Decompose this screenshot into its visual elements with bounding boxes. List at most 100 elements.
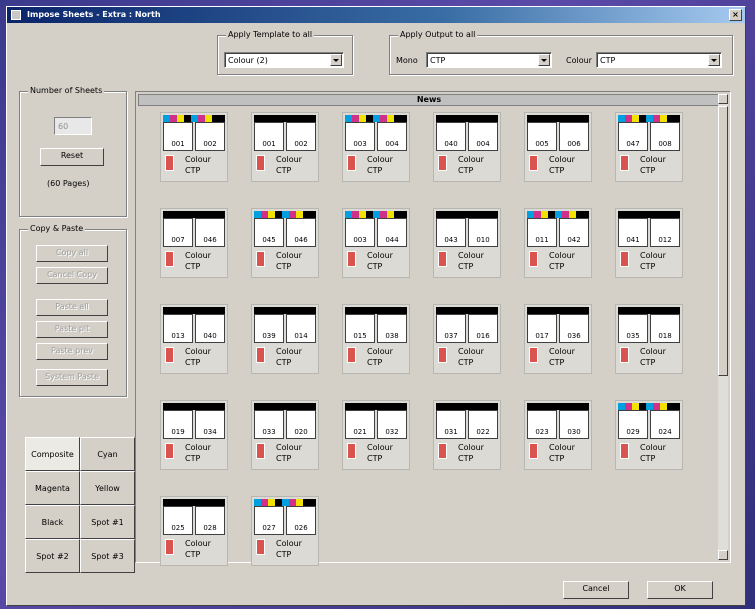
page-thumbnail[interactable]: 032: [377, 410, 407, 439]
page-thumbnail[interactable]: 030: [559, 410, 589, 439]
vertical-scrollbar[interactable]: [718, 94, 728, 560]
template-badge-icon[interactable]: [438, 155, 447, 171]
page-thumbnail[interactable]: 035: [618, 314, 648, 343]
template-badge-icon[interactable]: [529, 443, 538, 459]
page-thumbnail[interactable]: 028: [195, 506, 225, 535]
template-badge-icon[interactable]: [165, 443, 174, 459]
template-badge-icon[interactable]: [620, 347, 629, 363]
page-thumbnail[interactable]: 002: [286, 122, 316, 151]
template-badge-icon[interactable]: [256, 539, 265, 555]
cancel-button[interactable]: Cancel: [563, 581, 629, 599]
template-badge-icon[interactable]: [438, 347, 447, 363]
sheet-thumbnail[interactable]: 043 010 Colour CTP: [433, 208, 501, 278]
page-thumbnail[interactable]: 006: [559, 122, 589, 151]
template-badge-icon[interactable]: [347, 155, 356, 171]
page-thumbnail[interactable]: 003: [345, 122, 375, 151]
page-thumbnail[interactable]: 024: [650, 410, 680, 439]
page-thumbnail[interactable]: 031: [436, 410, 466, 439]
template-badge-icon[interactable]: [347, 251, 356, 267]
paste-all-button[interactable]: Paste all: [36, 299, 108, 316]
template-badge-icon[interactable]: [620, 251, 629, 267]
page-thumbnail[interactable]: 010: [468, 218, 498, 247]
page-thumbnail[interactable]: 001: [254, 122, 284, 151]
page-thumbnail[interactable]: 011: [527, 218, 557, 247]
tab-black[interactable]: Black: [25, 505, 80, 539]
page-thumbnail[interactable]: 001: [163, 122, 193, 151]
page-thumbnail[interactable]: 038: [377, 314, 407, 343]
page-thumbnail[interactable]: 023: [527, 410, 557, 439]
sheet-thumbnail[interactable]: 039 014 Colour CTP: [251, 304, 319, 374]
page-thumbnail[interactable]: 047: [618, 122, 648, 151]
page-thumbnail[interactable]: 043: [436, 218, 466, 247]
sheet-thumbnail[interactable]: 001 002 Colour CTP: [251, 112, 319, 182]
template-badge-icon[interactable]: [438, 443, 447, 459]
template-select[interactable]: Colour (2): [224, 52, 344, 68]
sheet-thumbnail[interactable]: 029 024 Colour CTP: [615, 400, 683, 470]
template-badge-icon[interactable]: [165, 155, 174, 171]
paste-plt-button[interactable]: Paste plt: [36, 321, 108, 338]
template-badge-icon[interactable]: [165, 539, 174, 555]
template-badge-icon[interactable]: [620, 155, 629, 171]
sheet-thumbnail[interactable]: 021 032 Colour CTP: [342, 400, 410, 470]
sheet-thumbnail[interactable]: 031 022 Colour CTP: [433, 400, 501, 470]
page-thumbnail[interactable]: 007: [163, 218, 193, 247]
template-badge-icon[interactable]: [256, 443, 265, 459]
template-badge-icon[interactable]: [256, 251, 265, 267]
sheet-thumbnail[interactable]: 025 028 Colour CTP: [160, 496, 228, 566]
page-thumbnail[interactable]: 041: [618, 218, 648, 247]
cancel-copy-button[interactable]: Cancel Copy: [36, 267, 108, 284]
page-thumbnail[interactable]: 005: [527, 122, 557, 151]
page-thumbnail[interactable]: 019: [163, 410, 193, 439]
tab-cyan[interactable]: Cyan: [80, 437, 135, 471]
template-badge-icon[interactable]: [256, 155, 265, 171]
tab-magenta[interactable]: Magenta: [25, 471, 80, 505]
tab-spot-2[interactable]: Spot #2: [25, 539, 80, 573]
sheet-thumbnail[interactable]: 033 020 Colour CTP: [251, 400, 319, 470]
chevron-down-icon[interactable]: [538, 54, 550, 66]
page-thumbnail[interactable]: 036: [559, 314, 589, 343]
sheet-thumbnail[interactable]: 001 002 Colour CTP: [160, 112, 228, 182]
sheet-thumbnail[interactable]: 015 038 Colour CTP: [342, 304, 410, 374]
page-thumbnail[interactable]: 027: [254, 506, 284, 535]
page-thumbnail[interactable]: 022: [468, 410, 498, 439]
template-badge-icon[interactable]: [620, 443, 629, 459]
chevron-down-icon[interactable]: [330, 54, 342, 66]
page-thumbnail[interactable]: 021: [345, 410, 375, 439]
template-badge-icon[interactable]: [347, 347, 356, 363]
sheet-thumbnail[interactable]: 007 046 Colour CTP: [160, 208, 228, 278]
sheet-thumbnail[interactable]: 027 026 Colour CTP: [251, 496, 319, 566]
page-thumbnail[interactable]: 046: [286, 218, 316, 247]
page-thumbnail[interactable]: 037: [436, 314, 466, 343]
sheets-count-field[interactable]: 60: [54, 117, 92, 135]
page-thumbnail[interactable]: 042: [559, 218, 589, 247]
sheet-thumbnail[interactable]: 003 044 Colour CTP: [342, 208, 410, 278]
tab-yellow[interactable]: Yellow: [80, 471, 135, 505]
page-thumbnail[interactable]: 017: [527, 314, 557, 343]
chevron-down-icon[interactable]: [708, 54, 720, 66]
page-thumbnail[interactable]: 018: [650, 314, 680, 343]
page-thumbnail[interactable]: 034: [195, 410, 225, 439]
page-thumbnail[interactable]: 016: [468, 314, 498, 343]
scroll-up-icon[interactable]: [718, 94, 728, 104]
template-badge-icon[interactable]: [529, 155, 538, 171]
sheet-thumbnail[interactable]: 045 046 Colour CTP: [251, 208, 319, 278]
close-button[interactable]: ×: [729, 9, 742, 21]
page-thumbnail[interactable]: 029: [618, 410, 648, 439]
page-thumbnail[interactable]: 045: [254, 218, 284, 247]
sheet-thumbnail[interactable]: 003 004 Colour CTP: [342, 112, 410, 182]
page-thumbnail[interactable]: 003: [345, 218, 375, 247]
paste-prev-button[interactable]: Paste prev: [36, 343, 108, 360]
colour-output-select[interactable]: CTP: [596, 52, 722, 68]
scroll-thumb[interactable]: [718, 106, 728, 376]
sheet-thumbnail[interactable]: 041 012 Colour CTP: [615, 208, 683, 278]
page-thumbnail[interactable]: 004: [468, 122, 498, 151]
template-badge-icon[interactable]: [438, 251, 447, 267]
page-thumbnail[interactable]: 002: [195, 122, 225, 151]
page-thumbnail[interactable]: 033: [254, 410, 284, 439]
template-badge-icon[interactable]: [165, 251, 174, 267]
page-thumbnail[interactable]: 008: [650, 122, 680, 151]
sheet-thumbnail[interactable]: 037 016 Colour CTP: [433, 304, 501, 374]
page-thumbnail[interactable]: 026: [286, 506, 316, 535]
page-thumbnail[interactable]: 040: [436, 122, 466, 151]
sheet-thumbnail[interactable]: 005 006 Colour CTP: [524, 112, 592, 182]
